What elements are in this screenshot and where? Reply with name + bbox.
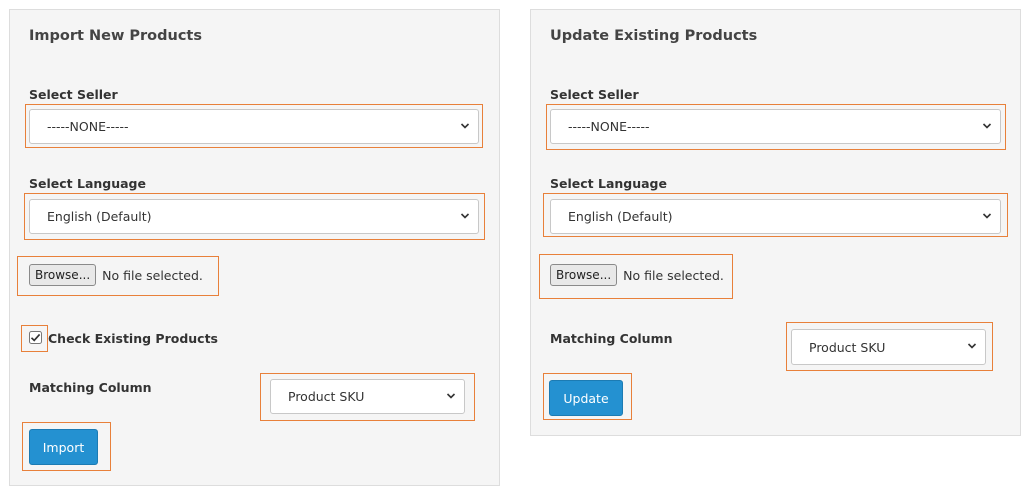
update-matching-select[interactable]: Product SKU — [791, 329, 986, 365]
chevron-down-icon — [446, 392, 456, 399]
import-file-input[interactable]: Browse... No file selected. — [29, 264, 203, 286]
import-seller-value: -----NONE----- — [47, 119, 129, 134]
import-seller-select[interactable]: -----NONE----- — [29, 109, 479, 144]
import-matching-label: Matching Column — [29, 380, 152, 395]
import-language-value: English (Default) — [47, 209, 152, 224]
update-matching-value: Product SKU — [809, 339, 886, 355]
chevron-down-icon — [460, 212, 470, 219]
update-browse-button[interactable]: Browse... — [550, 264, 618, 286]
update-file-status: No file selected. — [623, 267, 724, 283]
update-button[interactable]: Update — [549, 380, 623, 416]
import-language-select[interactable]: English (Default) — [29, 199, 479, 234]
chevron-down-icon — [982, 122, 992, 129]
update-matching-label: Matching Column — [550, 331, 673, 346]
update-language-select[interactable]: English (Default) — [550, 199, 1001, 234]
update-seller-select[interactable]: -----NONE----- — [550, 109, 1001, 144]
update-seller-value: -----NONE----- — [568, 119, 650, 134]
import-language-label: Select Language — [29, 176, 146, 191]
check-existing-checkbox[interactable] — [29, 331, 42, 344]
chevron-down-icon — [967, 343, 977, 349]
check-existing-label: Check Existing Products — [48, 331, 218, 346]
import-matching-value: Product SKU — [288, 389, 365, 404]
import-matching-select[interactable]: Product SKU — [270, 379, 465, 414]
import-panel-title: Import New Products — [29, 28, 202, 44]
update-file-input[interactable]: Browse... No file selected. — [550, 264, 724, 286]
chevron-down-icon — [982, 212, 992, 219]
update-seller-label: Select Seller — [550, 87, 639, 102]
update-language-value: English (Default) — [568, 209, 673, 224]
import-seller-label: Select Seller — [29, 87, 118, 102]
update-panel-title: Update Existing Products — [550, 28, 758, 44]
update-language-label: Select Language — [550, 176, 667, 191]
chevron-down-icon — [460, 122, 470, 129]
import-file-status: No file selected. — [102, 267, 203, 283]
import-browse-button[interactable]: Browse... — [29, 264, 97, 286]
import-button[interactable]: Import — [29, 429, 98, 465]
